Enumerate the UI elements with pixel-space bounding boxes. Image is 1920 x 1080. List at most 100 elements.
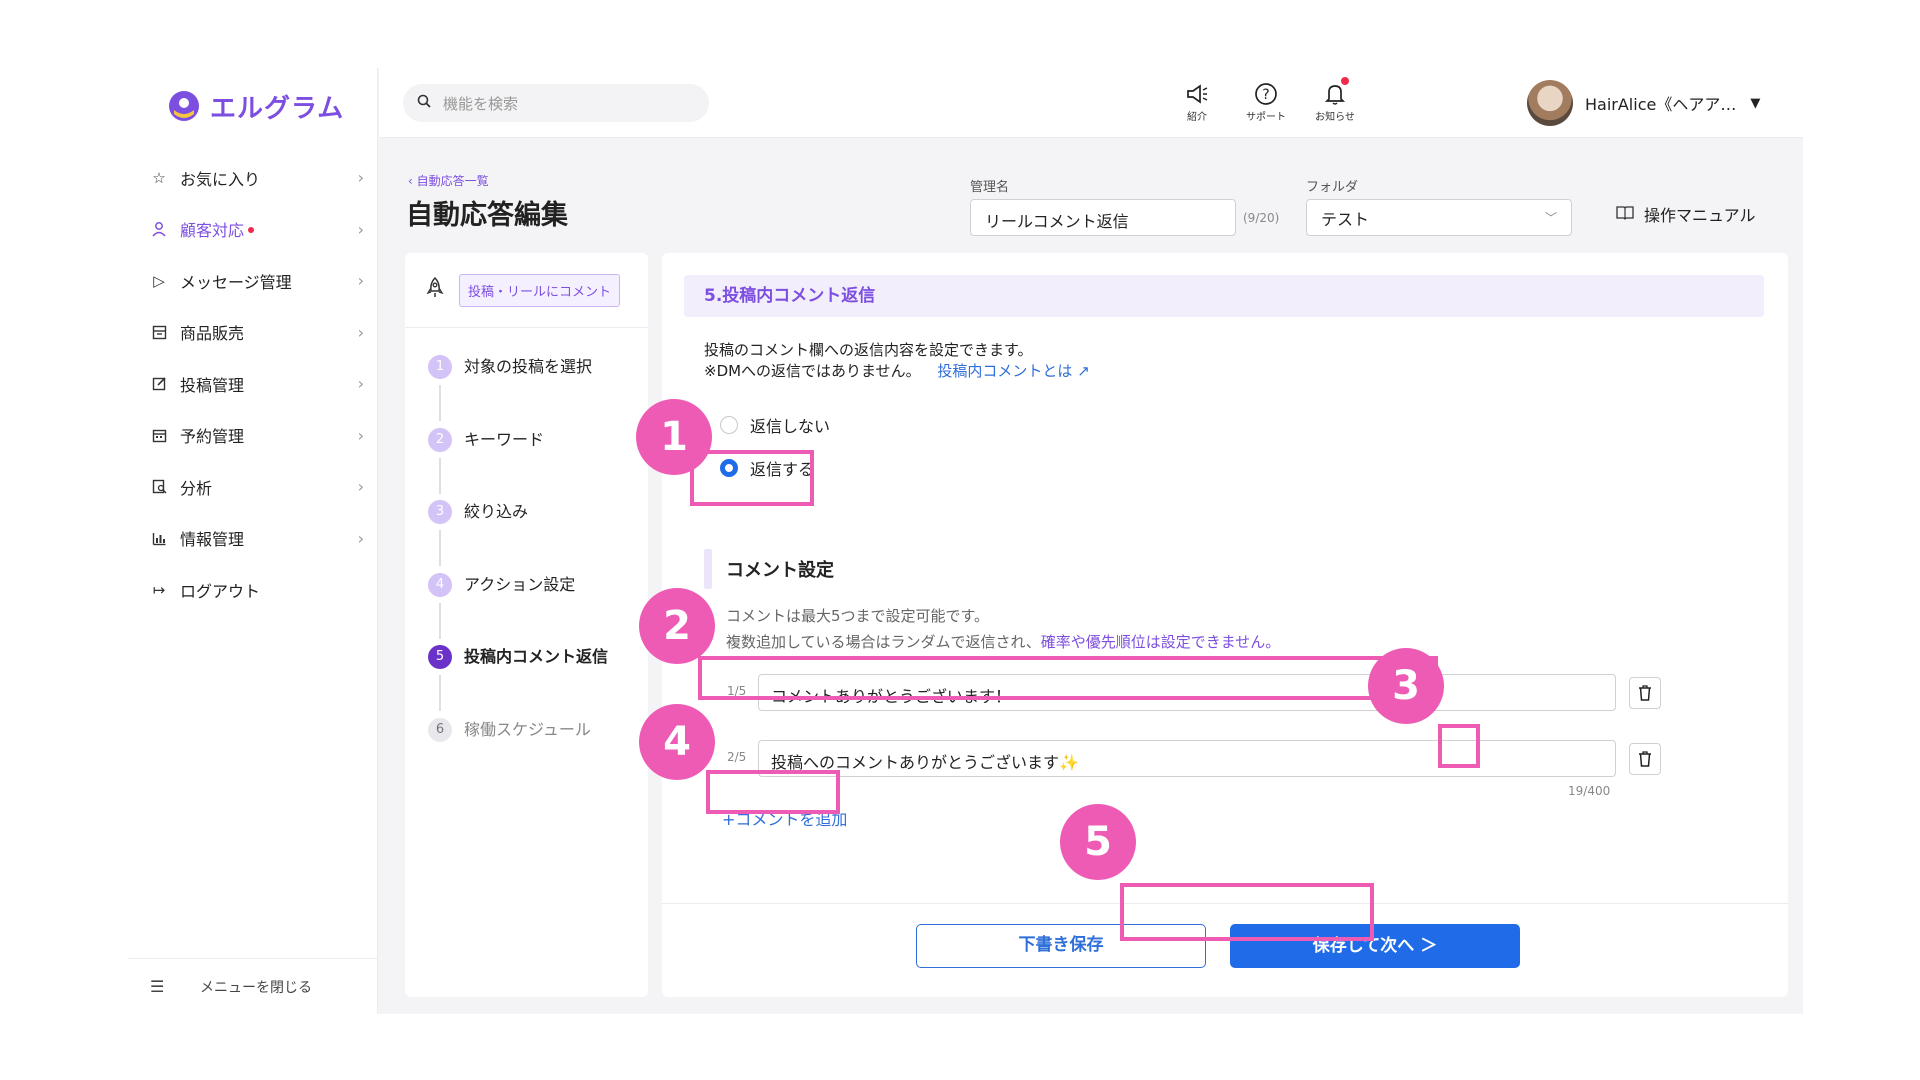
comment-settings-label: コメント設定 (726, 560, 834, 581)
store-icon (150, 323, 168, 341)
trigger-header: 投稿・リールにコメント (405, 253, 648, 328)
step-label: 対象の投稿を選択 (464, 357, 593, 376)
step-number: 6 (428, 717, 452, 742)
step-1[interactable]: 1 対象の投稿を選択 (428, 355, 608, 428)
radio-circle (720, 416, 738, 434)
step-connector (439, 385, 441, 421)
sidebar-item-label: お気に入り (180, 169, 261, 189)
chevron-right-icon: › (357, 168, 364, 188)
save-draft-button[interactable]: 下書き保存 (916, 924, 1206, 968)
trigger-tag: 投稿・リールにコメント (459, 273, 621, 307)
note-line-1: コメントは最大5つまで設定可能です。 (726, 607, 990, 625)
char-count: 19/400 (1568, 784, 1611, 798)
support-button[interactable]: ? サポート (1236, 80, 1296, 123)
send-icon: ▷ (153, 271, 165, 290)
megaphone-icon (1167, 80, 1227, 108)
annotation-badge-5: 5 (1060, 804, 1136, 880)
chevron-down-icon: ﹀ (1544, 211, 1557, 225)
close-menu-button[interactable]: ☰ メニューを閉じる (128, 958, 378, 1014)
manage-name-input[interactable]: リールコメント返信 (970, 199, 1236, 236)
logout-icon: ↦ (152, 580, 166, 599)
sidebar-item-label: 情報管理 (180, 530, 245, 550)
annotation-badge-3: 3 (1368, 648, 1444, 724)
chevron-right-icon: › (357, 219, 364, 239)
sidebar-item-messages[interactable]: ▷ メッセージ管理 › (128, 255, 378, 307)
radio-reply[interactable]: 返信する (720, 456, 814, 480)
search-placeholder: 機能を検索 (443, 94, 519, 113)
delete-comment-button[interactable] (1629, 743, 1661, 775)
manual-label: 操作マニュアル (1644, 206, 1756, 225)
manage-name-label: 管理名 (970, 180, 1010, 195)
external-link-icon: ↗ (1077, 362, 1090, 380)
page-title: 自動応答編集 (406, 200, 568, 231)
step-6[interactable]: 6 稼働スケジュール (428, 717, 608, 791)
logout-button[interactable]: ↦ ログアウト (128, 564, 378, 616)
step-number: 2 (428, 427, 452, 452)
save-next-button[interactable]: 保存して次へ ＞ (1230, 924, 1520, 968)
annotation-badge-2: 2 (639, 588, 715, 664)
top-header: 機能を検索 紹介 ? サポート お知らせ HairAlice《ヘアア… ▼ (379, 68, 1803, 138)
step-label: アクション設定 (464, 574, 576, 594)
sidebar-item-customer[interactable]: 顧客対応 › (128, 204, 378, 256)
user-menu[interactable]: HairAlice《ヘアア… ▼ (1527, 80, 1760, 126)
step-2[interactable]: 2 キーワード (428, 427, 608, 501)
title-accent-bar (704, 549, 712, 589)
sidebar-item-reservations[interactable]: 予約管理 › (128, 410, 378, 462)
sidebar-item-favorites[interactable]: ☆ お気に入り › (128, 152, 378, 204)
step-label: 投稿内コメント返信 (464, 647, 609, 666)
chevron-right-icon: › (357, 477, 364, 497)
section-title: 5.投稿内コメント返信 (684, 275, 1764, 317)
chevron-right-icon: › (357, 322, 364, 342)
step-3[interactable]: 3 絞り込み (428, 500, 608, 573)
radio-no-reply-label: 返信しない (750, 417, 831, 436)
book-icon (1616, 205, 1634, 224)
comment-settings-title: コメント設定 (704, 549, 834, 589)
description-text: ※DMへの返信ではありません。 (704, 362, 921, 380)
radio-no-reply[interactable]: 返信しない (720, 413, 830, 437)
notifications-label: お知らせ (1315, 112, 1355, 123)
steps-list: 1 対象の投稿を選択 2 キーワード 3 絞り込み 4 アクション設定 5 投稿… (428, 355, 608, 790)
chevron-left-icon: ‹ (408, 174, 417, 188)
comment-help-link[interactable]: 投稿内コメントとは ↗ (937, 362, 1089, 380)
step-connector (439, 602, 441, 639)
add-comment-button[interactable]: +コメントを追加 (722, 806, 847, 830)
star-icon: ☆ (152, 168, 166, 187)
sidebar-item-posts[interactable]: 投稿管理 › (128, 358, 378, 410)
edit-icon (150, 375, 168, 393)
sidebar-item-label: 分析 (180, 478, 213, 498)
manual-link[interactable]: 操作マニュアル (1616, 202, 1756, 226)
folder-label: フォルダ (1306, 180, 1359, 195)
trash-icon (1639, 751, 1651, 767)
sidebar-item-label: 顧客対応 (180, 221, 245, 241)
folder-select[interactable]: テスト ﹀ (1306, 199, 1572, 236)
step-4[interactable]: 4 アクション設定 (428, 572, 608, 646)
step-5[interactable]: 5 投稿内コメント返信 (428, 645, 608, 718)
breadcrumb[interactable]: ‹ 自動応答一覧 (408, 172, 489, 189)
caret-down-icon: ▼ (1750, 95, 1761, 111)
divider (662, 903, 1788, 904)
sidebar-item-sales[interactable]: 商品販売 › (128, 307, 378, 359)
step-connector (439, 530, 441, 566)
notification-dot (248, 227, 255, 234)
sidebar-item-info[interactable]: 情報管理 › (128, 513, 378, 565)
steps-panel: 投稿・リールにコメント 1 対象の投稿を選択 2 キーワード 3 絞り込み 4 … (405, 253, 648, 997)
sidebar-item-analytics[interactable]: 分析 › (128, 461, 378, 513)
comment-input[interactable]: 投稿へのコメントありがとうございます✨ (758, 740, 1616, 777)
intro-button[interactable]: 紹介 (1167, 80, 1227, 123)
sidebar-item-label: メッセージ管理 (180, 272, 292, 292)
delete-comment-button[interactable] (1629, 677, 1661, 709)
sidebar-nav: ☆ お気に入り › 顧客対応 › ▷ メッセージ管理 › 商品販売 › 投稿管理… (128, 152, 378, 616)
radio-circle (720, 459, 738, 477)
search-input[interactable]: 機能を検索 (403, 84, 709, 122)
chart-icon (150, 529, 168, 547)
folder-value: テスト (1321, 209, 1370, 229)
note-text: 複数追加している場合はランダムで返信され、 (726, 633, 1041, 651)
comment-input[interactable]: コメントありがとうございます！ (758, 674, 1616, 711)
logo[interactable]: エルグラム (166, 86, 344, 126)
help-icon: ? (1236, 80, 1296, 108)
sidebar: エルグラム ☆ お気に入り › 顧客対応 › ▷ メッセージ管理 › 商品販売 … (128, 68, 378, 1014)
description-line-2: ※DMへの返信ではありません。 投稿内コメントとは ↗ (704, 360, 1090, 381)
notification-dot (1341, 77, 1349, 85)
step-number: 1 (428, 355, 452, 379)
notifications-button[interactable]: お知らせ (1305, 77, 1365, 123)
